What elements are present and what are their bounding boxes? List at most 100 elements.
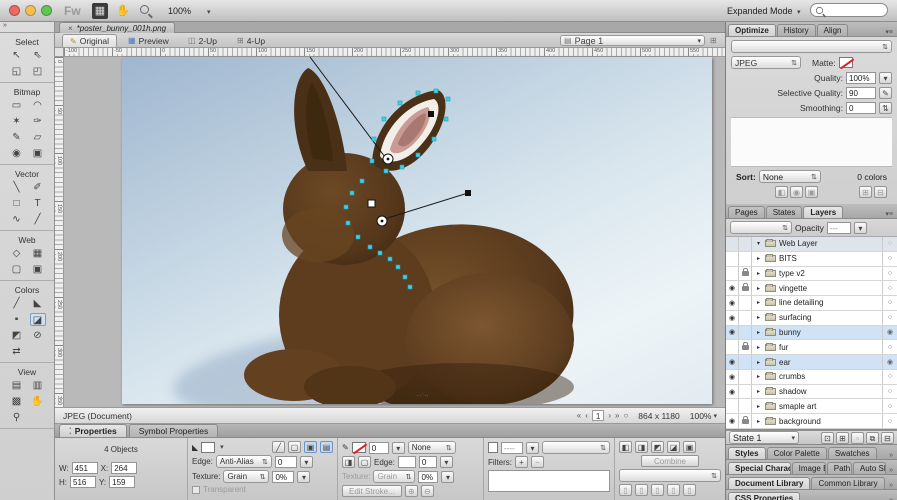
lock-color-icon[interactable]: ▣ [805, 186, 818, 198]
tab-special-characters[interactable]: Special Characters [728, 462, 791, 474]
visibility-eye-icon[interactable]: ◉ [726, 414, 739, 428]
path-anchor-point[interactable] [400, 165, 404, 169]
tab-original[interactable]: ✎ Original [62, 34, 117, 47]
new-layer-icon[interactable]: ⊞ [836, 432, 849, 444]
crop-tool-icon[interactable]: ◰ [30, 65, 46, 78]
pointer-tool-icon[interactable]: ↖ [9, 49, 25, 62]
lock-icon[interactable] [739, 237, 752, 251]
layer-name[interactable]: vingette [779, 284, 807, 293]
lock-icon[interactable] [739, 355, 752, 369]
panel-overflow-icon[interactable]: » [887, 467, 895, 474]
visibility-eye-icon[interactable] [726, 252, 739, 266]
stroke-inside-button[interactable]: ▢ [358, 456, 371, 468]
path-anchor-point[interactable] [403, 275, 407, 279]
lock-icon[interactable] [739, 414, 752, 428]
rectangle-tool-icon[interactable]: □ [9, 197, 25, 210]
lock-icon[interactable] [739, 385, 752, 399]
first-state-icon[interactable]: « [577, 411, 581, 420]
path-anchor-point[interactable] [416, 91, 420, 95]
fill-edge-amount[interactable]: 0 [275, 456, 297, 468]
opacity-field[interactable]: ---- [501, 442, 523, 454]
tools-panel-header[interactable]: » [0, 22, 54, 33]
visibility-eye-icon[interactable]: ◉ [726, 326, 739, 340]
stroke-texture-select[interactable]: Grain⇅ [373, 470, 415, 483]
add-color-icon[interactable]: ⊞ [859, 186, 872, 198]
edit-stroke-button[interactable]: Edit Stroke... [342, 485, 402, 497]
transparent-checkbox[interactable] [192, 486, 200, 494]
blur-tool-icon[interactable]: ◉ [9, 147, 25, 160]
punch-button[interactable]: ◪ [667, 441, 680, 453]
subtract-button[interactable]: ◨ [635, 441, 648, 453]
delete-layer-icon[interactable]: ⊟ [881, 432, 894, 444]
stroke-color-tool-icon[interactable]: ▪ [9, 313, 25, 326]
align-center-button[interactable]: ▯ [635, 484, 648, 496]
layer-radio-icon[interactable]: ○ [882, 370, 897, 384]
path-anchor-point[interactable] [398, 101, 402, 105]
path-anchor-point[interactable] [434, 89, 438, 93]
fill-edge-caret-button[interactable]: ▾ [300, 456, 313, 468]
lock-icon[interactable] [739, 267, 752, 281]
close-window-button[interactable] [9, 5, 20, 16]
layer-radio-icon[interactable]: ○ [882, 311, 897, 325]
expand-triangle-icon[interactable]: ▸ [755, 329, 762, 336]
document-tab[interactable]: × *poster_bunny_001h.png [59, 22, 175, 33]
selective-quality-edit-icon[interactable]: ✎ [879, 87, 892, 99]
combine-select[interactable]: ⇅ [619, 469, 721, 482]
layer-name[interactable]: smaple art [779, 402, 816, 411]
fill-texture-caret-button[interactable]: ▾ [297, 471, 310, 483]
show-slices-tool-icon[interactable]: ▣ [30, 263, 46, 276]
fill-color-tool-icon[interactable]: ◪ [30, 313, 46, 326]
expand-triangle-icon[interactable]: ▸ [755, 373, 762, 380]
zoom-level[interactable]: 100% [168, 6, 191, 16]
default-colors-tool-icon[interactable]: ◩ [9, 329, 25, 342]
path-anchor-point[interactable] [446, 97, 450, 101]
path-anchor-point[interactable] [372, 137, 376, 141]
handle-square[interactable] [465, 190, 471, 196]
filters-list[interactable] [488, 470, 610, 492]
layer-row-vingette[interactable]: ◉▸vingette○ [726, 281, 897, 296]
lock-icon[interactable] [739, 252, 752, 266]
zoom-caret-icon[interactable]: ▾ [207, 8, 211, 16]
freeform-tool-icon[interactable]: ∿ [9, 213, 25, 226]
layer-row-background[interactable]: ◉▸background○ [726, 414, 897, 429]
magic-wand-tool-icon[interactable]: ✶ [9, 115, 25, 128]
paint-bucket-tool-icon[interactable]: ◣ [30, 297, 46, 310]
align-top-button[interactable]: ▯ [667, 484, 680, 496]
fill-edge-select[interactable]: Anti-Alias⇅ [216, 455, 272, 468]
stroke-plus-button[interactable]: ⊕ [405, 485, 418, 497]
stroke-size-caret-button[interactable]: ▾ [392, 442, 405, 454]
layer-row-bunny[interactable]: ◉▸bunny◉ [726, 326, 897, 341]
layer-name[interactable]: BITS [779, 254, 797, 263]
path-anchor-point[interactable] [344, 205, 348, 209]
path-anchor-point[interactable] [356, 235, 360, 239]
pen-tool-icon[interactable]: ✐ [30, 181, 46, 194]
tab-pages[interactable]: Pages [728, 206, 765, 218]
expand-triangle-icon[interactable]: ▸ [755, 344, 762, 351]
page-selector[interactable]: ▤ Page 1 ▾ [560, 35, 705, 46]
marquee-tool-icon[interactable]: ▭ [9, 99, 25, 112]
layer-name[interactable]: line detailing [779, 298, 823, 307]
scale-tool-icon[interactable]: ◱ [9, 65, 25, 78]
fill-texture-select[interactable]: Grain⇅ [223, 470, 269, 483]
loop-icon[interactable]: ○ [623, 411, 628, 420]
quality-field[interactable]: 100% [846, 72, 876, 84]
eyedropper-tool-icon[interactable]: ╱ [9, 297, 25, 310]
layer-radio-icon[interactable]: ○ [882, 296, 897, 310]
hand-tool-icon[interactable]: ✋ [30, 395, 46, 408]
path-anchor-point[interactable] [388, 257, 392, 261]
stroke-size-field[interactable]: 0 [369, 442, 389, 454]
path-anchor-point[interactable] [378, 251, 382, 255]
optimize-panel-menu-icon[interactable]: ▾≡ [883, 28, 895, 36]
no-color-tool-icon[interactable]: ⊘ [30, 329, 46, 342]
layer-row-fur[interactable]: ▸fur○ [726, 340, 897, 355]
align-left-button[interactable]: ▯ [619, 484, 632, 496]
layer-radio-icon[interactable]: ◉ [882, 355, 897, 369]
layer-radio-icon[interactable]: ○ [882, 267, 897, 281]
workspace-mode[interactable]: Expanded Mode [727, 6, 793, 16]
stroke-edge-amount[interactable]: 0 [419, 456, 437, 468]
rubber-stamp-tool-icon[interactable]: ▣ [30, 147, 46, 160]
lock-icon[interactable] [739, 296, 752, 310]
combine-button[interactable]: Combine [641, 455, 699, 467]
panel-overflow-icon[interactable]: » [887, 452, 895, 459]
stroke-type-select[interactable]: None⇅ [408, 441, 456, 454]
